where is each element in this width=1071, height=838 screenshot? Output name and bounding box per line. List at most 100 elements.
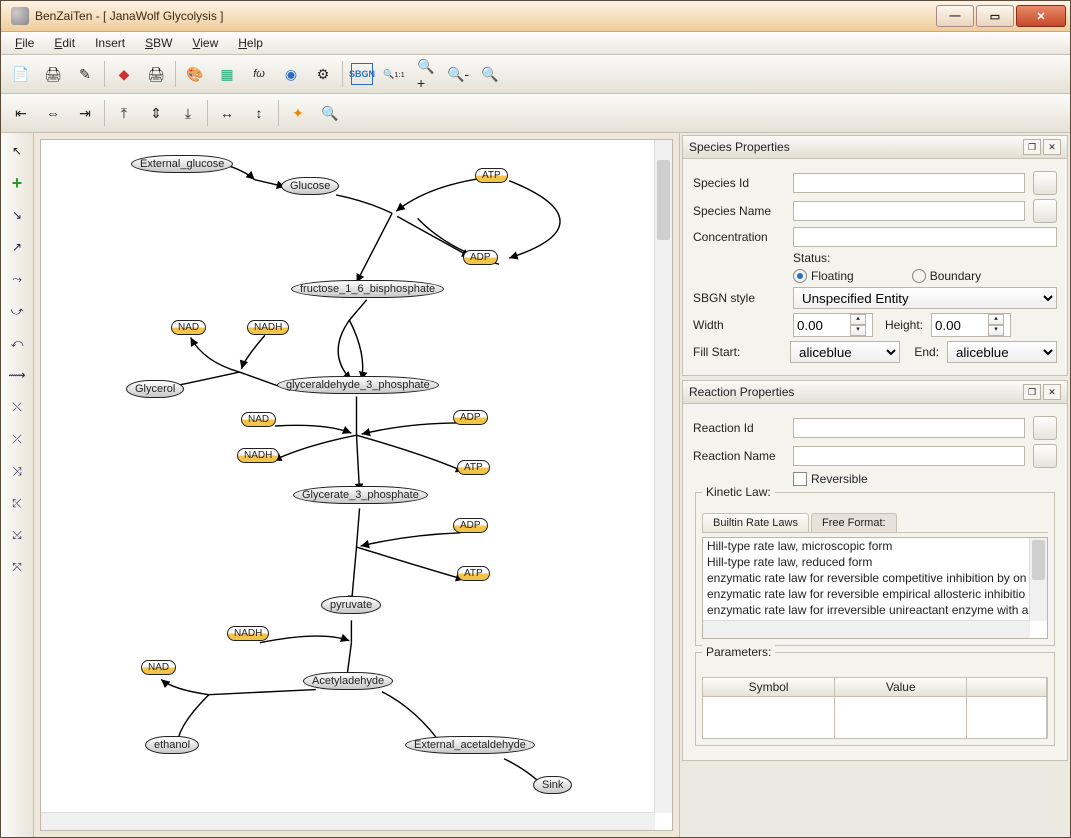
fill-end-select[interactable]: aliceblue	[947, 341, 1057, 363]
node-nad1[interactable]: NAD	[171, 320, 206, 335]
node-sink[interactable]: Sink	[533, 776, 572, 794]
scrollbar-thumb[interactable]	[657, 160, 670, 240]
width-input[interactable]: ▴▾	[793, 313, 873, 337]
reaction-tool-10[interactable]: ⤪	[3, 489, 31, 517]
fx-button[interactable]: fω	[244, 59, 274, 89]
menu-sbw[interactable]: SBW	[137, 34, 180, 52]
reaction-tool-4[interactable]: ⤻	[3, 297, 31, 325]
zoom-fit-button[interactable]: 🔍	[475, 59, 505, 89]
new-button[interactable]: 📄	[6, 59, 36, 89]
reaction-tool-11[interactable]: ⤩	[3, 521, 31, 549]
rate-law-item[interactable]: enzymatic rate law for irreversible unir…	[703, 602, 1047, 618]
node-ethanol[interactable]: ethanol	[145, 736, 199, 754]
export-pdf-button[interactable]: ◆	[109, 59, 139, 89]
maximize-button[interactable]: ▭	[976, 5, 1014, 27]
panel-close-button[interactable]: ✕	[1043, 139, 1061, 155]
height-input[interactable]: ▴▾	[931, 313, 1011, 337]
node-atp2[interactable]: ATP	[457, 460, 490, 475]
parameters-table[interactable]: Symbol Value	[702, 677, 1048, 739]
diagram-canvas[interactable]: External_glucoseGlucoseATPADPfructose_1_…	[40, 139, 673, 831]
node-atp1[interactable]: ATP	[475, 168, 508, 183]
menubar[interactable]: File Edit Insert SBW View Help	[1, 32, 1070, 55]
reaction-tool-7[interactable]: ⤬	[3, 393, 31, 421]
titlebar[interactable]: BenZaiTen - [ JanaWolf Glycolysis ] — ▭ …	[1, 1, 1070, 32]
list-scrollbar-horizontal[interactable]	[703, 620, 1030, 638]
minimize-button[interactable]: —	[936, 5, 974, 27]
close-button[interactable]: ✕	[1016, 5, 1066, 27]
node-nad3[interactable]: NAD	[141, 660, 176, 675]
distribute-h-button[interactable]: ↔	[212, 98, 242, 128]
zoom-11-button[interactable]: 🔍1:1	[379, 59, 409, 89]
node-glucose[interactable]: Glucose	[281, 177, 339, 195]
rate-law-item[interactable]: Hill-type rate law, reduced form	[703, 554, 1047, 570]
add-tool[interactable]: +	[3, 169, 31, 197]
menu-help[interactable]: Help	[230, 34, 271, 52]
node-atp3[interactable]: ATP	[457, 566, 490, 581]
gear-button[interactable]: ⚙	[308, 59, 338, 89]
node-pyruvate[interactable]: pyruvate	[321, 596, 381, 614]
node-g3p[interactable]: glyceraldehyde_3_phosphate	[277, 376, 439, 394]
align-middle-button[interactable]: ⇕	[141, 98, 171, 128]
node-gly3p[interactable]: Glycerate_3_phosphate	[293, 486, 428, 504]
node-nadh1[interactable]: NADH	[247, 320, 289, 335]
species-id-attach-button[interactable]	[1033, 171, 1057, 195]
node-glycerol[interactable]: Glycerol	[126, 380, 184, 398]
align-left-button[interactable]: ⇤	[6, 98, 36, 128]
reaction-tool-12[interactable]: ⤧	[3, 553, 31, 581]
list-scrollbar-vertical[interactable]	[1029, 538, 1047, 621]
select-tool[interactable]: ↖	[3, 137, 31, 165]
reaction-tool-2[interactable]: ↗	[3, 233, 31, 261]
species-name-input[interactable]	[793, 201, 1025, 221]
node-ext_acet[interactable]: External_acetaldehyde	[405, 736, 535, 754]
sbgn-button[interactable]: SBGN	[347, 59, 377, 89]
distribute-v-button[interactable]: ↕	[244, 98, 274, 128]
tab-builtin-rate-laws[interactable]: Builtin Rate Laws	[702, 513, 809, 532]
reaction-tool-1[interactable]: ↘	[3, 201, 31, 229]
concentration-input[interactable]	[793, 227, 1057, 247]
reaction-tool-8[interactable]: ⤫	[3, 425, 31, 453]
print2-button[interactable]: 🖨	[141, 59, 171, 89]
menu-file[interactable]: File	[7, 34, 42, 52]
reaction-id-input[interactable]	[793, 418, 1025, 438]
search-net-button[interactable]: 🔍	[315, 98, 345, 128]
rate-law-item[interactable]: enzymatic rate law for reversible compet…	[703, 570, 1047, 586]
reaction-tool-6[interactable]: ⟿	[3, 361, 31, 389]
edit-colors-button[interactable]: ✎	[70, 59, 100, 89]
node-nad2[interactable]: NAD	[241, 412, 276, 427]
rate-laws-list[interactable]: Hill-type rate law, microscopic formHill…	[702, 537, 1048, 639]
canvas-scrollbar-vertical[interactable]	[654, 140, 672, 813]
panel-close-button[interactable]: ✕	[1043, 384, 1061, 400]
spin-up-icon[interactable]: ▴	[850, 314, 866, 325]
boundary-radio[interactable]: Boundary	[912, 269, 981, 283]
reaction-name-extra-button[interactable]	[1033, 444, 1057, 468]
align-right-button[interactable]: ⇥	[70, 98, 100, 128]
align-top-button[interactable]: ⤒	[109, 98, 139, 128]
species-id-input[interactable]	[793, 173, 1025, 193]
rate-law-item[interactable]: enzymatic rate law for reversible empiri…	[703, 586, 1047, 602]
panel-header[interactable]: Reaction Properties ❐ ✕	[683, 381, 1067, 404]
panel-undock-button[interactable]: ❐	[1023, 139, 1041, 155]
menu-edit[interactable]: Edit	[46, 34, 83, 52]
menu-insert[interactable]: Insert	[87, 34, 133, 52]
sbgn-style-select[interactable]: Unspecified Entity	[793, 287, 1057, 309]
tab-free-format[interactable]: Free Format:	[811, 513, 897, 532]
node-adp1[interactable]: ADP	[463, 250, 498, 265]
zoom-out-button[interactable]: 🔍-	[443, 59, 473, 89]
print-button[interactable]: 🖨	[38, 59, 68, 89]
panel-undock-button[interactable]: ❐	[1023, 384, 1041, 400]
node-nadh2[interactable]: NADH	[237, 448, 279, 463]
rate-law-item[interactable]: Hill-type rate law, microscopic form	[703, 538, 1047, 554]
panel-header[interactable]: Species Properties ❐ ✕	[683, 136, 1067, 159]
zoom-in-button[interactable]: 🔍+	[411, 59, 441, 89]
align-bottom-button[interactable]: ⤓	[173, 98, 203, 128]
reaction-tool-3[interactable]: ⤳	[3, 265, 31, 293]
node-f16bp[interactable]: fructose_1_6_bisphosphate	[291, 280, 444, 298]
node-adp2[interactable]: ADP	[453, 410, 488, 425]
reaction-tool-9[interactable]: ⤨	[3, 457, 31, 485]
reaction-tool-5[interactable]: ⤺	[3, 329, 31, 357]
spin-down-icon[interactable]: ▾	[850, 325, 866, 336]
floating-radio[interactable]: Floating	[793, 269, 854, 283]
node-acet[interactable]: Acetyladehyde	[303, 672, 393, 690]
scrollbar-thumb[interactable]	[1032, 540, 1045, 580]
console-button[interactable]: ▦	[212, 59, 242, 89]
